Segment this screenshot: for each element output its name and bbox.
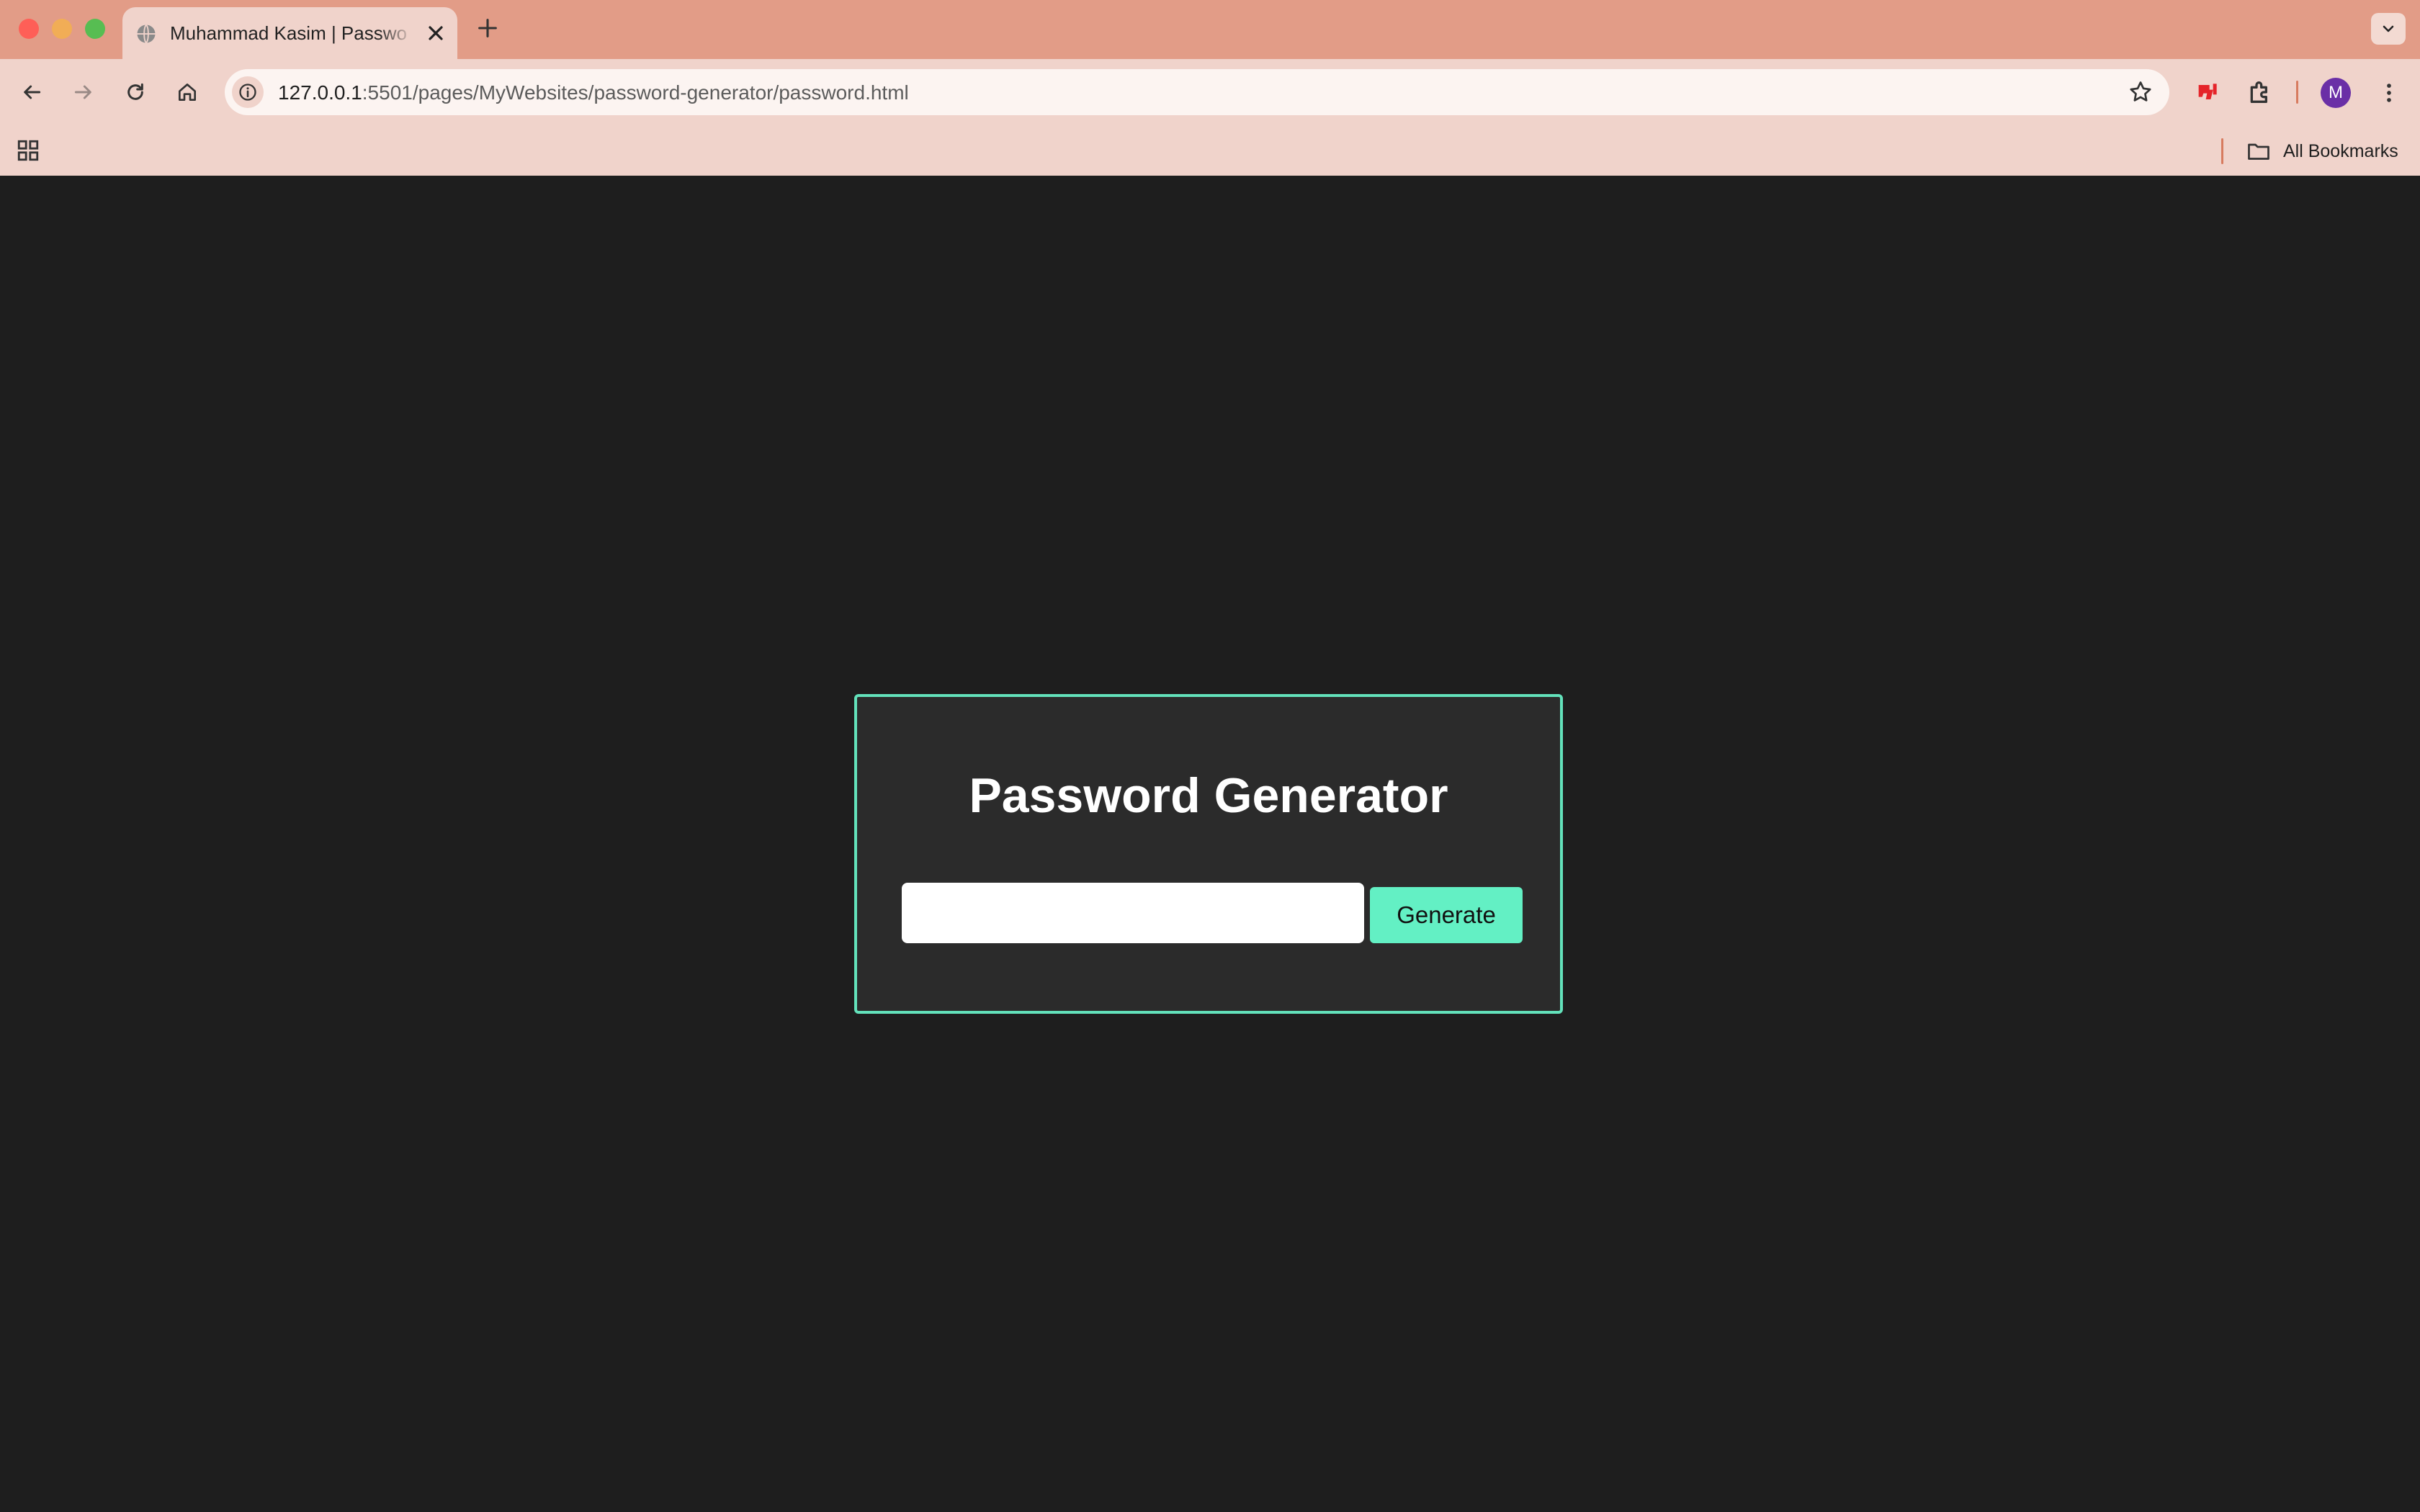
url-host: 127.0.0.1 bbox=[278, 81, 362, 104]
bookmarks-bar: All Bookmarks bbox=[0, 125, 2420, 176]
address-bar[interactable]: 127.0.0.1:5501/pages/MyWebsites/password… bbox=[225, 69, 2169, 115]
browser-toolbar: 127.0.0.1:5501/pages/MyWebsites/password… bbox=[0, 59, 2420, 125]
globe-icon bbox=[137, 24, 156, 44]
back-arrow-icon bbox=[24, 85, 41, 99]
close-icon[interactable] bbox=[424, 22, 447, 45]
plus-icon[interactable] bbox=[475, 16, 500, 40]
toolbar-separator bbox=[2296, 81, 2298, 104]
site-info-button[interactable] bbox=[232, 76, 264, 108]
maximize-window-button[interactable] bbox=[85, 19, 105, 39]
url-path: :5501/pages/MyWebsites/password-generato… bbox=[362, 81, 909, 104]
tab-title: Muhammad Kasim | Password Generator bbox=[170, 22, 408, 44]
tab-title-fade bbox=[378, 14, 414, 50]
more-vert-icon[interactable] bbox=[2377, 78, 2401, 108]
folder-icon bbox=[2248, 143, 2269, 160]
chevron-down-icon bbox=[2383, 25, 2394, 32]
extension-icon[interactable] bbox=[2194, 78, 2223, 107]
close-window-button[interactable] bbox=[19, 19, 39, 39]
home-icon bbox=[179, 84, 196, 101]
url-text: 127.0.0.1:5501/pages/MyWebsites/password… bbox=[278, 81, 909, 104]
home-button[interactable] bbox=[171, 76, 203, 108]
reload-button[interactable] bbox=[120, 76, 151, 108]
tab-search-button[interactable] bbox=[2371, 13, 2406, 45]
page-title: Password Generator bbox=[969, 768, 1448, 823]
password-generator-card: Password Generator Generate bbox=[854, 694, 1563, 1014]
forward-button[interactable] bbox=[68, 76, 99, 108]
all-bookmarks-label: All Bookmarks bbox=[2283, 141, 2398, 161]
password-output-input[interactable] bbox=[902, 883, 1364, 943]
browser-tab[interactable]: Muhammad Kasim | Password Generator bbox=[122, 7, 457, 59]
generate-button[interactable]: Generate bbox=[1370, 887, 1523, 943]
avatar[interactable]: M bbox=[2321, 78, 2351, 108]
reload-icon bbox=[127, 83, 143, 100]
tab-strip: Muhammad Kasim | Password Generator bbox=[0, 0, 2420, 59]
apps-grid-icon[interactable] bbox=[16, 138, 40, 163]
page-viewport: Password Generator Generate bbox=[0, 176, 2420, 1512]
info-icon bbox=[239, 84, 256, 101]
forward-arrow-icon bbox=[74, 85, 91, 99]
minimize-window-button[interactable] bbox=[52, 19, 72, 39]
star-icon[interactable] bbox=[2128, 79, 2154, 105]
puzzle-icon[interactable] bbox=[2246, 78, 2275, 107]
bookmarks-separator bbox=[2221, 138, 2223, 164]
back-button[interactable] bbox=[16, 76, 48, 108]
